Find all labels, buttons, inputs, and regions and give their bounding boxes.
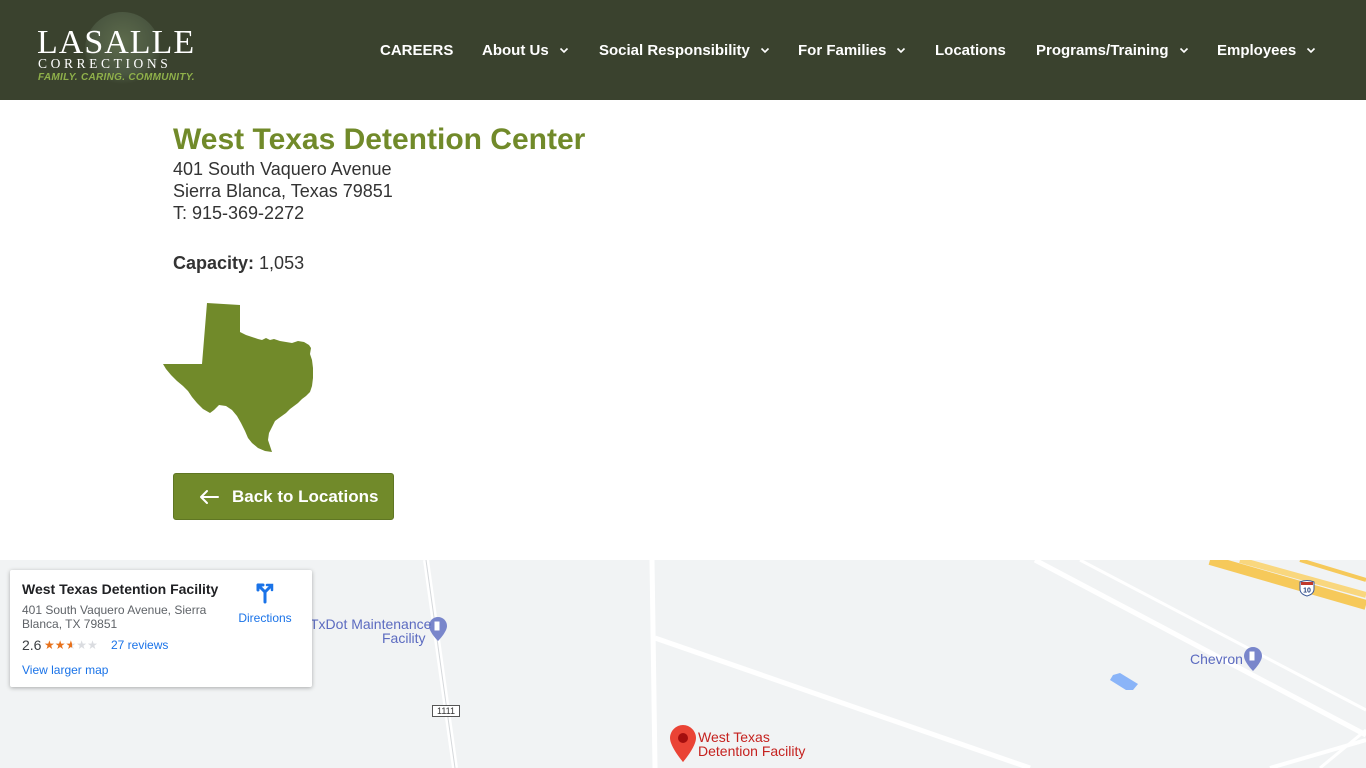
nav-social-responsibility[interactable]: Social Responsibility — [599, 40, 770, 60]
texas-state-icon — [163, 303, 313, 452]
nav-label: Programs/Training — [1036, 41, 1169, 59]
map-place-card: West Texas Detention Facility 401 South … — [10, 570, 312, 687]
nav-label: Locations — [935, 41, 1006, 59]
phone-number[interactable]: T: 915-369-2272 — [173, 202, 304, 224]
nav-label: Employees — [1217, 41, 1297, 59]
place-rating: 2.6 — [22, 637, 42, 653]
place-title: West Texas Detention Facility — [22, 581, 219, 597]
place-address: 401 South Vaquero Avenue, Sierra Blanca,… — [22, 603, 207, 631]
svg-text:10: 10 — [1303, 588, 1311, 595]
capacity: Capacity: 1,053 — [173, 252, 304, 274]
star-half-icon: ★ — [65, 638, 77, 652]
capacity-value: 1,053 — [259, 253, 305, 273]
logo-tagline: FAMILY. CARING. COMMUNITY. — [38, 72, 195, 83]
rating-stars: ★★★★★ — [44, 638, 98, 652]
chevron-down-icon — [1307, 47, 1316, 54]
address-line-1: 401 South Vaquero Avenue — [173, 159, 392, 179]
embedded-map[interactable]: 10 1111 TxDot Maintenance Facility Chevr… — [0, 560, 1366, 768]
nav-label: About Us — [482, 41, 549, 59]
nav-label: CAREERS — [380, 41, 454, 59]
lasalle-logo[interactable]: LaSalle CORRECTIONS FAMILY. CARING. COMM… — [30, 10, 200, 90]
logo-wordmark: LaSalle — [37, 24, 196, 61]
reviews-link[interactable]: 27 reviews — [111, 638, 168, 652]
directions-label: Directions — [238, 611, 292, 625]
view-larger-map-link[interactable]: View larger map — [22, 663, 108, 677]
logo-subtitle: CORRECTIONS — [38, 56, 172, 71]
nav-label: Social Responsibility — [599, 41, 750, 59]
route-shield: 1111 — [432, 705, 460, 717]
back-to-locations-button[interactable]: Back to Locations — [173, 473, 394, 520]
nav-about-us[interactable]: About Us — [482, 40, 569, 60]
map-pin-label-line2[interactable]: Detention Facility — [698, 744, 805, 758]
star-icon: ★ — [87, 638, 98, 652]
star-icon: ★ — [44, 638, 55, 652]
back-button-label: Back to Locations — [232, 486, 379, 506]
nav-for-families[interactable]: For Families — [798, 40, 906, 60]
site-header: LaSalle CORRECTIONS FAMILY. CARING. COMM… — [0, 0, 1366, 100]
gas-station-marker-icon — [429, 617, 447, 641]
chevron-down-icon — [1179, 47, 1188, 54]
nav-careers[interactable]: CAREERS — [380, 40, 453, 60]
map-label-chevron[interactable]: Chevron — [1190, 652, 1243, 666]
star-icon: ★ — [76, 638, 88, 652]
arrow-left-icon — [200, 489, 219, 504]
page-title: West Texas Detention Center — [173, 123, 586, 156]
nav-programs-training[interactable]: Programs/Training — [1036, 40, 1189, 60]
gas-station-marker-icon — [1244, 647, 1262, 671]
nav-employees[interactable]: Employees — [1217, 40, 1316, 60]
star-icon: ★ — [54, 638, 66, 652]
chevron-down-icon — [559, 47, 568, 54]
chevron-down-icon — [760, 47, 769, 54]
map-label-txdot[interactable]: TxDot Maintenance — [310, 617, 431, 631]
nav-label: For Families — [798, 41, 887, 59]
directions-button[interactable]: Directions — [232, 582, 298, 625]
map-pin-label-line1[interactable]: West Texas — [698, 730, 770, 744]
chevron-down-icon — [897, 47, 906, 54]
address-line-2: Sierra Blanca, Texas 79851 — [173, 181, 393, 201]
directions-icon — [256, 583, 274, 604]
capacity-label: Capacity: — [173, 253, 255, 273]
location-pin-icon — [670, 725, 696, 762]
map-label-txdot-facility[interactable]: Facility — [382, 631, 426, 645]
interstate-shield-icon: 10 — [1299, 580, 1315, 597]
nav-locations[interactable]: Locations — [935, 40, 1006, 60]
